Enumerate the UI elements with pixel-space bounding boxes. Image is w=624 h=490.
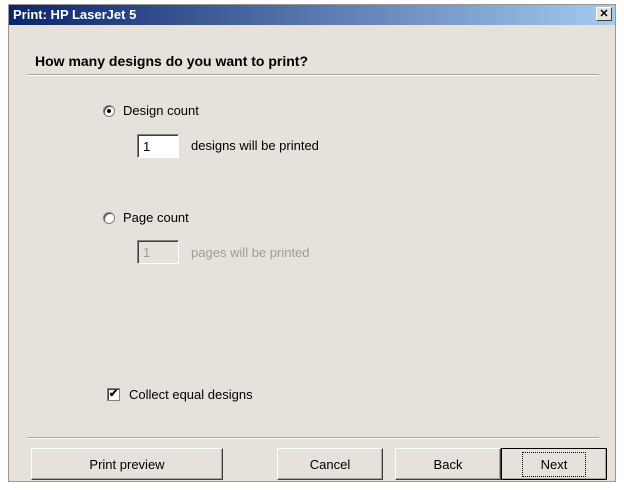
print-preview-button[interactable]: Print preview: [31, 448, 223, 480]
title-bar: Print: HP LaserJet 5 ✕: [9, 5, 615, 25]
design-count-suffix: designs will be printed: [191, 138, 319, 153]
collect-equal-designs-label: Collect equal designs: [129, 387, 253, 402]
cancel-button[interactable]: Cancel: [277, 448, 383, 480]
close-icon[interactable]: ✕: [596, 7, 612, 21]
collect-equal-designs-checkbox[interactable]: ✔ Collect equal designs: [107, 387, 253, 402]
next-button-label: Next: [521, 451, 587, 477]
back-button[interactable]: Back: [395, 448, 501, 480]
next-button[interactable]: Next: [501, 448, 607, 480]
page-count-input: 1: [137, 240, 179, 264]
dialog-heading: How many designs do you want to print?: [35, 53, 309, 69]
page-count-radio-circle[interactable]: [103, 211, 115, 224]
print-dialog: Print: HP LaserJet 5 ✕ How many designs …: [8, 4, 616, 482]
footer-divider: [27, 437, 599, 439]
page-count-label: Page count: [123, 210, 189, 225]
page-count-suffix: pages will be printed: [191, 245, 310, 260]
page-count-radio[interactable]: Page count: [103, 210, 189, 225]
header-divider: [27, 74, 599, 76]
checkmark-icon[interactable]: ✔: [107, 388, 120, 401]
design-count-radio-circle[interactable]: [103, 104, 115, 117]
design-count-label: Design count: [123, 103, 199, 118]
design-count-radio[interactable]: Design count: [103, 103, 199, 118]
window-title: Print: HP LaserJet 5: [13, 7, 137, 22]
design-count-input[interactable]: 1: [137, 134, 179, 158]
